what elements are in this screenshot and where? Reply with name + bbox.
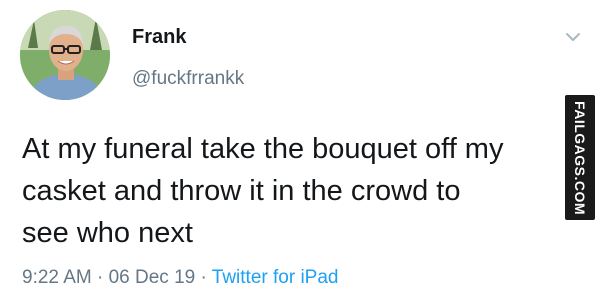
watermark-text: FAILGAGS.COM bbox=[572, 100, 588, 215]
watermark: FAILGAGS.COM bbox=[565, 95, 595, 220]
tweet-text-line: casket and throw it in the crowd to bbox=[22, 175, 461, 207]
user-handle[interactable]: @fuckfrrankk bbox=[132, 67, 244, 91]
tweet-text-line: At my funeral take the bouquet off my bbox=[22, 133, 504, 165]
tweet-meta: 9:22 AM · 06 Dec 19 · Twitter for iPad bbox=[22, 266, 339, 290]
tweet-time[interactable]: 9:22 AM bbox=[22, 267, 92, 288]
avatar[interactable] bbox=[20, 10, 110, 100]
tweet-text: At my funeral take the bouquet off my ca… bbox=[22, 128, 582, 254]
meta-separator: · bbox=[97, 267, 104, 288]
tweet-text-line: see who next bbox=[22, 217, 193, 249]
display-name[interactable]: Frank bbox=[132, 25, 186, 49]
chevron-down-icon[interactable] bbox=[562, 26, 584, 48]
meta-separator: · bbox=[200, 267, 207, 288]
tweet-date[interactable]: 06 Dec 19 bbox=[109, 267, 196, 288]
tweet-source-link[interactable]: Twitter for iPad bbox=[212, 267, 339, 288]
tweet-card: Frank @fuckfrrankk At my funeral take th… bbox=[0, 0, 600, 303]
